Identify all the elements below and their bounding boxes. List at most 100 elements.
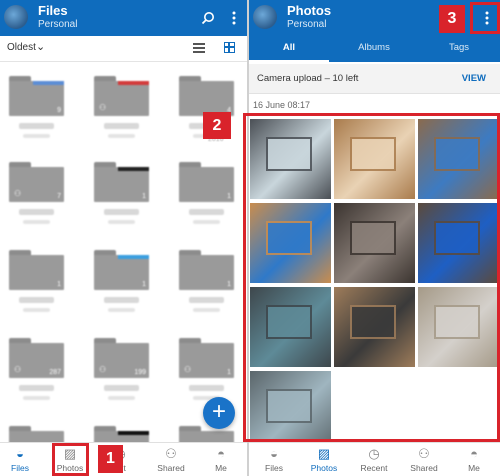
folder-icon bbox=[179, 255, 234, 290]
folder-item[interactable]: 9 bbox=[9, 76, 64, 116]
bottom-nav: ◒Files▨Photos◷ent⚇Shared◓Me bbox=[0, 442, 247, 476]
nav-photos[interactable]: ▨ Photos bbox=[45, 443, 95, 476]
tab-tags[interactable]: Tags bbox=[419, 36, 499, 62]
nav-label: Shared bbox=[410, 463, 438, 473]
photo-thumbnail[interactable] bbox=[418, 203, 499, 283]
photo-thumbnail[interactable] bbox=[250, 203, 331, 283]
photo-subject bbox=[434, 137, 480, 171]
nav-label: Me bbox=[468, 463, 480, 473]
nav-recent[interactable]: ◷ Recent bbox=[349, 443, 399, 476]
nav-label: Recent bbox=[360, 463, 388, 473]
folder-name bbox=[104, 385, 139, 391]
folder-item[interactable]: ⚇ bbox=[94, 76, 149, 116]
folder-name bbox=[189, 209, 224, 215]
grid-view-icon[interactable] bbox=[224, 42, 235, 53]
photo-grid bbox=[249, 119, 500, 451]
view-button[interactable]: VIEW bbox=[462, 73, 486, 84]
recent-icon: ◷ bbox=[368, 446, 380, 461]
nav-me[interactable]: ◓ Me bbox=[449, 443, 499, 476]
folder-item[interactable]: ⚇ 199 bbox=[94, 338, 149, 378]
folder-name bbox=[19, 297, 54, 303]
photo-subject bbox=[350, 305, 396, 339]
nav-me[interactable]: ◓ Me bbox=[196, 443, 246, 476]
files-icon: ◒ bbox=[16, 446, 24, 461]
nav-label: Photos bbox=[310, 463, 338, 473]
photo-tabs: All Albums Tags bbox=[249, 36, 500, 62]
folder-item[interactable]: ⚇ 287 bbox=[9, 338, 64, 378]
nav-label: Me bbox=[215, 463, 227, 473]
photo-thumbnail[interactable] bbox=[334, 287, 415, 367]
shared-icon: ⚇ bbox=[418, 446, 430, 461]
chevron-down-icon[interactable]: ⌄ bbox=[36, 40, 45, 53]
nav-photos[interactable]: ▨ Photos bbox=[299, 443, 349, 476]
search-icon[interactable] bbox=[198, 8, 218, 28]
folder-name bbox=[19, 123, 54, 129]
folder-item[interactable]: 1 bbox=[179, 162, 234, 202]
add-button[interactable]: + bbox=[203, 397, 235, 429]
more-vert-icon[interactable] bbox=[224, 8, 244, 28]
photo-thumbnail[interactable] bbox=[250, 119, 331, 199]
photo-subject bbox=[350, 221, 396, 255]
folder-meta bbox=[108, 396, 135, 400]
me-icon: ◓ bbox=[217, 446, 225, 461]
folder-icon bbox=[9, 255, 64, 290]
shared-icon: ⚇ bbox=[165, 446, 177, 461]
folder-item[interactable]: 1 bbox=[94, 162, 149, 202]
shared-people-icon: ⚇ bbox=[99, 103, 107, 112]
folder-item[interactable]: 4 bbox=[179, 76, 234, 116]
folder-count: 1 bbox=[142, 281, 146, 288]
more-vert-icon[interactable] bbox=[477, 8, 497, 28]
folder-item[interactable]: ⚇ 7 bbox=[9, 162, 64, 202]
nav-shared[interactable]: ⚇ Shared bbox=[399, 443, 449, 476]
folder-meta bbox=[193, 220, 220, 224]
folder-item[interactable]: ⚇ 1 bbox=[179, 338, 234, 378]
nav-shared[interactable]: ⚇ Shared bbox=[146, 443, 196, 476]
folder-name bbox=[104, 123, 139, 129]
folder-name bbox=[19, 209, 54, 215]
list-view-icon[interactable] bbox=[193, 43, 205, 53]
camera-upload-banner: Camera upload – 10 left VIEW bbox=[249, 64, 500, 94]
folder-icon bbox=[179, 81, 234, 116]
photo-thumbnail[interactable] bbox=[418, 287, 499, 367]
sort-dropdown[interactable]: Oldest bbox=[7, 42, 36, 53]
nav-files[interactable]: ◒ Files bbox=[0, 443, 45, 476]
tab-albums[interactable]: Albums bbox=[334, 36, 414, 62]
sort-bar: Oldest ⌄ bbox=[0, 36, 247, 62]
folder-icon bbox=[9, 81, 64, 116]
header-title: Files bbox=[38, 3, 68, 18]
shared-people-icon: ⚇ bbox=[184, 365, 192, 374]
nav-files[interactable]: ◒ Files bbox=[249, 443, 299, 476]
nav-label: Photos bbox=[56, 463, 84, 473]
folder-meta bbox=[23, 134, 50, 138]
shared-people-icon: ⚇ bbox=[14, 365, 22, 374]
folder-meta bbox=[193, 308, 220, 312]
folder-count: 1 bbox=[142, 193, 146, 200]
header-subtitle: Personal bbox=[287, 19, 327, 30]
photo-subject bbox=[350, 137, 396, 171]
folder-meta bbox=[108, 134, 135, 138]
folder-icon bbox=[94, 167, 149, 202]
photo-subject bbox=[266, 305, 312, 339]
tab-all[interactable]: All bbox=[249, 36, 329, 62]
photo-thumbnail[interactable] bbox=[334, 119, 415, 199]
nav-label: Files bbox=[265, 463, 283, 473]
folder-count: 1 bbox=[227, 193, 231, 200]
bottom-nav: ◒ Files ▨ Photos ◷ Recent ⚇ Shared ◓ Me bbox=[249, 442, 500, 476]
annotation-number-2: 2 bbox=[203, 112, 231, 139]
account-avatar[interactable] bbox=[4, 5, 28, 29]
photo-thumbnail[interactable] bbox=[250, 371, 331, 451]
photo-thumbnail[interactable] bbox=[418, 119, 499, 199]
folder-count: 1 bbox=[227, 369, 231, 376]
folder-item[interactable]: 1 bbox=[94, 250, 149, 290]
photos-icon: ▨ bbox=[63, 446, 77, 461]
header-title: Photos bbox=[287, 3, 332, 18]
folder-meta bbox=[108, 308, 135, 312]
photo-date-header: 16 June 08:17 bbox=[253, 100, 311, 110]
folder-color-stripe bbox=[118, 255, 149, 259]
folder-color-stripe bbox=[118, 167, 149, 171]
photo-thumbnail[interactable] bbox=[334, 203, 415, 283]
folder-item[interactable]: 1 bbox=[179, 250, 234, 290]
folder-item[interactable]: 1 bbox=[9, 250, 64, 290]
photo-thumbnail[interactable] bbox=[250, 287, 331, 367]
account-avatar[interactable] bbox=[253, 5, 277, 29]
